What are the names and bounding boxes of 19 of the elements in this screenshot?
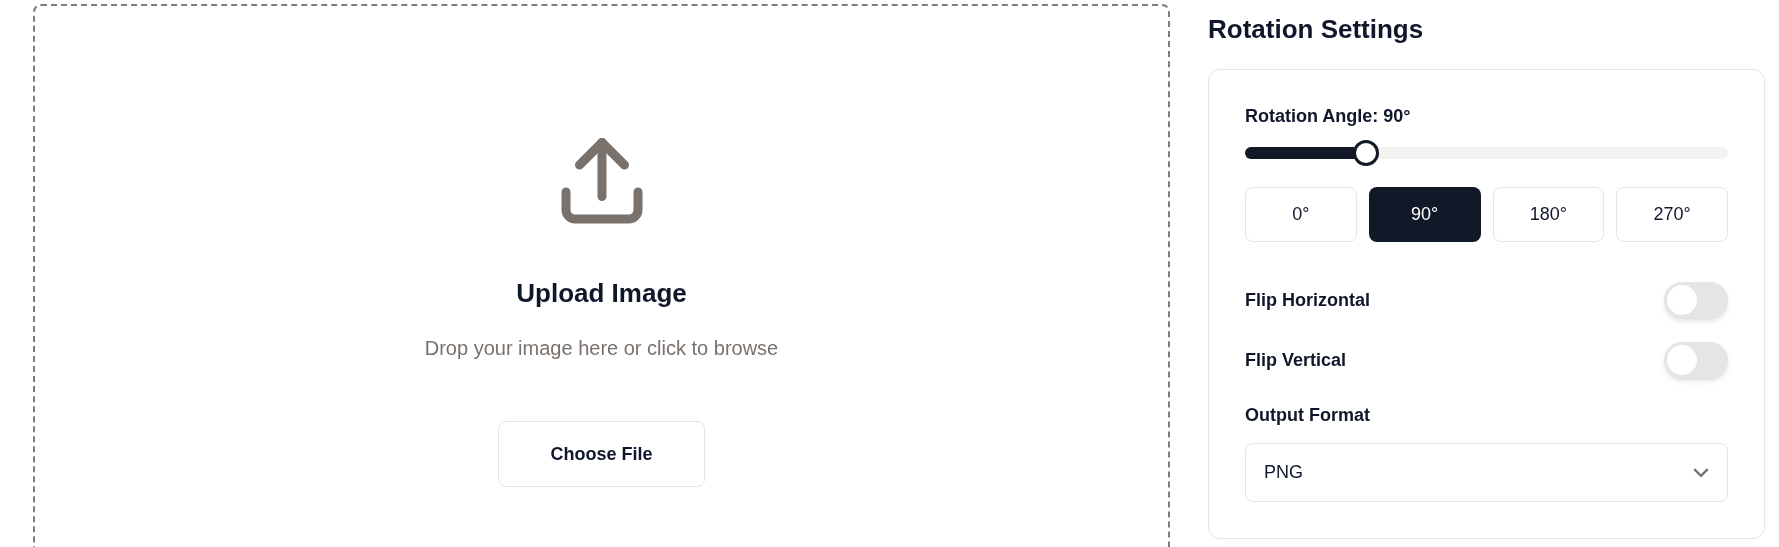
upload-title: Upload Image [516, 277, 687, 310]
angle-preset-button[interactable]: 270° [1616, 187, 1728, 242]
toggle-label: Flip Horizontal [1245, 288, 1370, 312]
angle-preset-button[interactable]: 180° [1492, 187, 1605, 242]
rotation-slider[interactable] [1245, 140, 1728, 166]
toggle-switch[interactable] [1664, 342, 1728, 378]
upload-dropzone[interactable]: Upload Image Drop your image here or click to browse Choose File [33, 4, 1170, 547]
rotation-angle-label: Rotation Angle: 90° [1245, 105, 1412, 128]
output-format-label: Output Format [1245, 404, 1371, 427]
choose-file-button[interactable]: Choose File [498, 421, 705, 487]
settings-title: Rotation Settings [1208, 13, 1425, 46]
angle-preset-button[interactable]: 0° [1245, 187, 1357, 242]
angle-preset-button[interactable]: 90° [1368, 187, 1481, 242]
upload-subtitle: Drop your image here or click to browse [424, 336, 779, 361]
toggle-label: Flip Vertical [1245, 348, 1347, 372]
chevron-down-icon [1693, 468, 1709, 477]
slider-thumb[interactable] [1352, 140, 1379, 166]
output-format-select[interactable]: PNG [1245, 443, 1728, 502]
toggle-switch[interactable] [1664, 282, 1728, 318]
